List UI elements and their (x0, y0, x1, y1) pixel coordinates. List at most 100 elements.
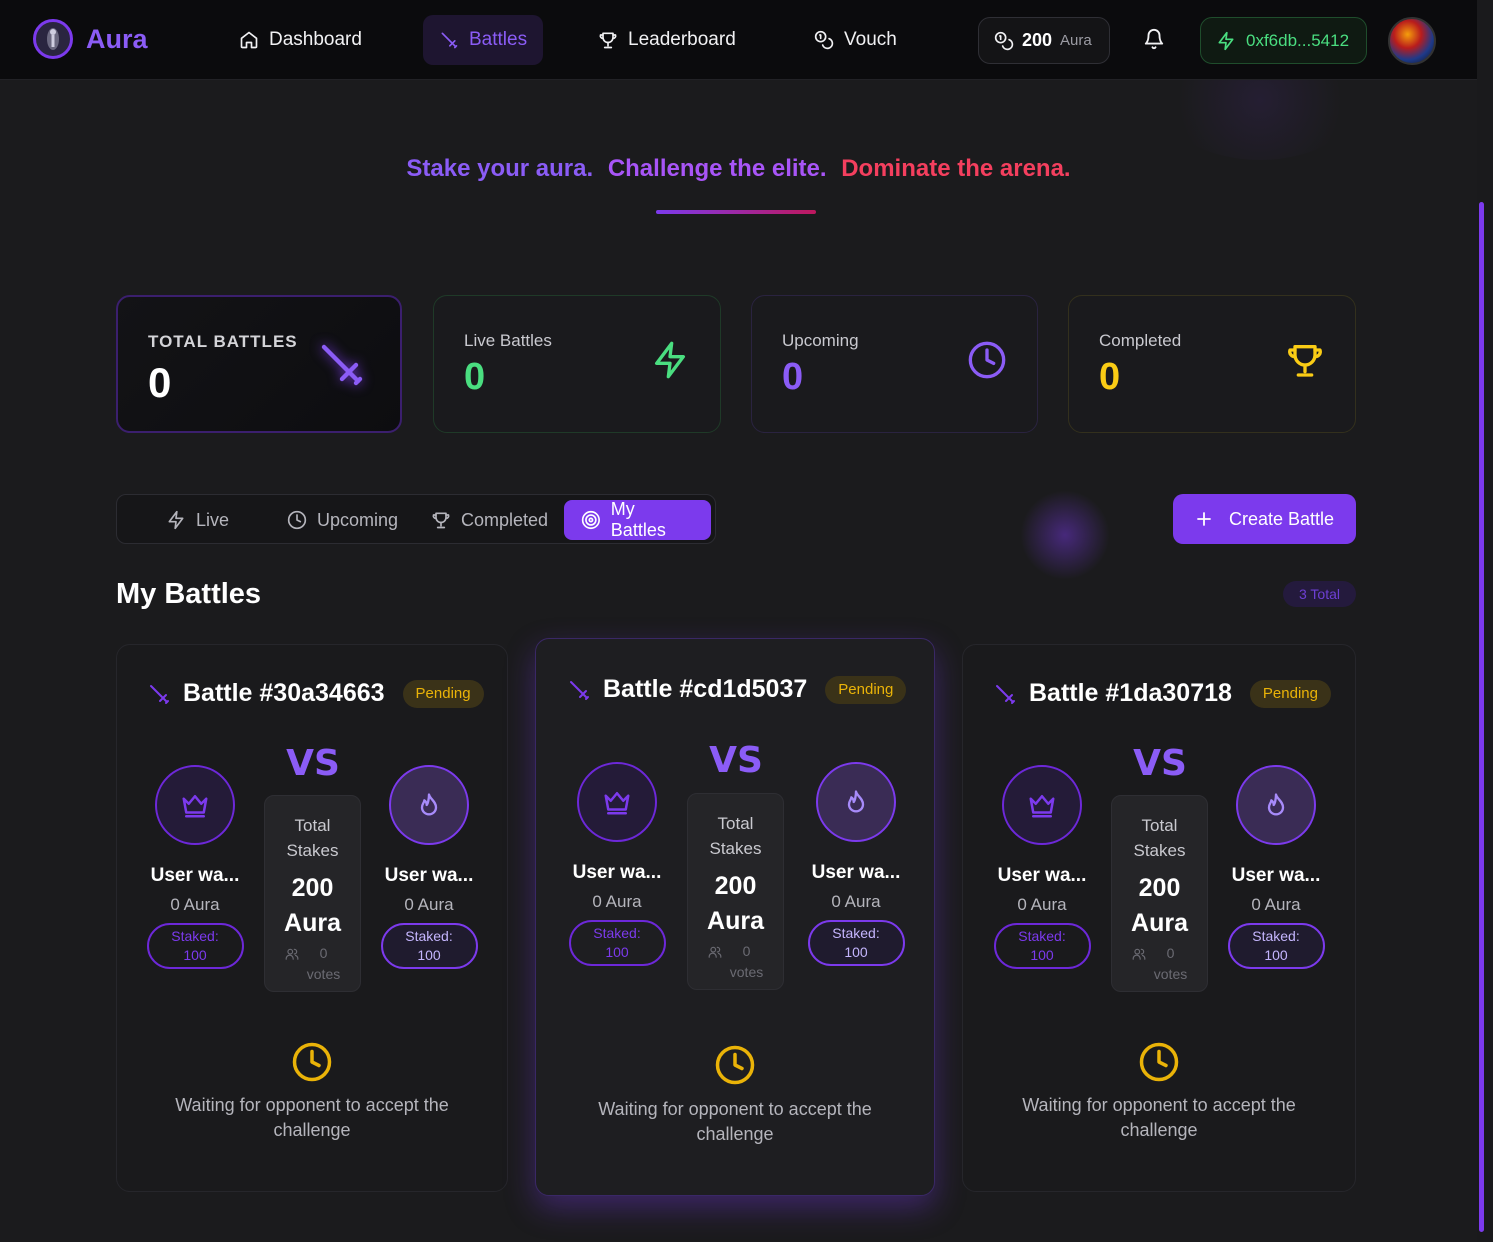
nav-dashboard-label: Dashboard (269, 29, 362, 50)
battle-card[interactable]: Battle #cd1d5037 Pending User wa... 0 Au… (535, 638, 935, 1196)
stat-upcoming-value: 0 (782, 356, 804, 398)
wallet-button[interactable]: 0xf6db...5412 (1200, 17, 1367, 64)
battle-card[interactable]: Battle #1da30718 Pending User wa... 0 Au… (962, 644, 1356, 1192)
player-name: User wa... (384, 865, 474, 886)
flame-icon (1236, 765, 1316, 845)
staked-label: Staked: (832, 925, 880, 941)
staked-pill: Staked: 100 (380, 923, 478, 969)
staked-pill: Staked: 100 (1227, 923, 1325, 969)
coins-icon (994, 31, 1014, 50)
clock-icon (536, 1044, 934, 1086)
crown-icon (577, 762, 657, 842)
player-aura: 0 Aura (592, 892, 642, 911)
status-badge: Pending (1249, 679, 1331, 708)
stat-completed-label: Completed (1099, 331, 1182, 350)
top-navbar: Aura Dashboard Battles Leaderboard Vouch… (0, 0, 1477, 80)
battle-header: Battle #1da30718 Pending (993, 679, 1331, 708)
staked-pill: Staked: 100 (993, 923, 1091, 969)
clock-icon (967, 340, 1007, 385)
trophy-icon (1285, 340, 1325, 385)
votes-count: 0 votes (688, 941, 783, 983)
clock-icon (963, 1041, 1355, 1083)
player-name: User wa... (997, 865, 1087, 886)
tab-live[interactable]: Live (149, 500, 246, 540)
nav-battles[interactable]: Battles (423, 15, 544, 65)
staked-value: 100 (605, 944, 629, 960)
stat-live-label: Live Battles (464, 331, 552, 350)
total-stakes-label: Total Stakes (1133, 816, 1186, 860)
battle-title: Battle #cd1d5037 (603, 675, 808, 703)
flame-icon (389, 765, 469, 845)
tab-upcoming[interactable]: Upcoming (270, 500, 415, 540)
scrollbar-thumb[interactable] (1479, 202, 1484, 1232)
staked-label: Staked: (171, 928, 219, 944)
total-stakes-value: 200 Aura (707, 872, 764, 935)
aura-balance-value: 200 (1022, 30, 1053, 50)
staked-pill: Staked: 100 (568, 920, 666, 966)
lightning-icon (650, 340, 690, 385)
nav-leaderboard[interactable]: Leaderboard (582, 15, 752, 65)
total-stakes-label: Total Stakes (286, 816, 339, 860)
status-badge: Pending (825, 675, 907, 704)
stat-completed-value: 0 (1099, 356, 1121, 398)
crown-icon (1002, 765, 1082, 845)
player-opponent: User wa... 0 Aura Staked: 100 (379, 765, 479, 969)
battle-header: Battle #30a34663 Pending (147, 679, 484, 708)
home-icon (240, 31, 258, 49)
player-aura: 0 Aura (1251, 895, 1301, 914)
lightning-icon (1218, 31, 1234, 50)
brand-logo[interactable]: Aura (33, 19, 148, 59)
lightning-icon (168, 510, 184, 530)
users-icon (1132, 948, 1146, 960)
staked-label: Staked: (1252, 928, 1300, 944)
player-challenger: User wa... 0 Aura Staked: 100 (992, 765, 1092, 969)
tab-my-battles[interactable]: My Battles (564, 499, 711, 540)
tagline-part-2: Challenge the elite. (607, 155, 827, 182)
stat-total-battles: Total Battles 0 (116, 295, 402, 433)
sword-icon (150, 684, 169, 704)
tab-live-label: Live (196, 509, 230, 530)
sword-icon (570, 680, 589, 700)
trophy-icon (432, 512, 450, 529)
nav-vouch[interactable]: Vouch (798, 15, 913, 65)
wallet-address: 0xf6db...5412 (1246, 30, 1350, 50)
player-challenger: User wa... 0 Aura Staked: 100 (567, 762, 667, 966)
total-stakes-label: Total Stakes (709, 814, 762, 858)
votes-count: 0 votes (265, 943, 360, 985)
aura-balance-pill[interactable]: 200 Aura (978, 17, 1110, 64)
battle-title: Battle #30a34663 (183, 679, 385, 707)
staked-label: Staked: (593, 925, 641, 941)
trophy-icon (599, 32, 617, 49)
notifications-bell-icon[interactable] (1143, 28, 1165, 55)
tagline-part-3: Dominate the arena. (841, 155, 1071, 182)
stat-live-value: 0 (464, 356, 486, 398)
user-avatar[interactable] (1388, 17, 1436, 65)
waiting-message: Waiting for opponent to accept the chall… (175, 1095, 449, 1140)
nav-dashboard[interactable]: Dashboard (223, 15, 378, 65)
staked-value: 100 (183, 947, 207, 963)
battle-filter-tabs: Live Upcoming Completed My Battles (116, 494, 716, 544)
create-battle-button[interactable]: Create Battle (1173, 494, 1356, 544)
background-glow (1020, 490, 1110, 580)
stat-live-battles: Live Battles 0 (433, 295, 721, 433)
vs-label: VS (286, 743, 340, 784)
flame-icon (816, 762, 896, 842)
battle-card[interactable]: Battle #30a34663 Pending User wa... 0 Au… (116, 644, 508, 1192)
staked-value: 100 (1264, 947, 1288, 963)
total-stakes-box: Total Stakes 200 Aura 0 votes (1111, 795, 1208, 992)
nav-battles-label: Battles (469, 29, 528, 50)
player-name: User wa... (811, 862, 901, 883)
player-aura: 0 Aura (831, 892, 881, 911)
crown-icon (155, 765, 235, 845)
player-aura: 0 Aura (1017, 895, 1067, 914)
aura-logo-icon (33, 19, 73, 59)
staked-value: 100 (417, 947, 441, 963)
tab-my-battles-label: My Battles (610, 499, 666, 540)
total-stakes-value: 200 Aura (284, 874, 341, 937)
tab-completed[interactable]: Completed (414, 500, 565, 540)
stat-completed: Completed 0 (1068, 295, 1356, 433)
waiting-message: Waiting for opponent to accept the chall… (1022, 1095, 1296, 1140)
status-badge: Pending (402, 679, 484, 708)
nav-leaderboard-label: Leaderboard (628, 29, 736, 50)
total-stakes-value: 200 Aura (1131, 874, 1188, 937)
